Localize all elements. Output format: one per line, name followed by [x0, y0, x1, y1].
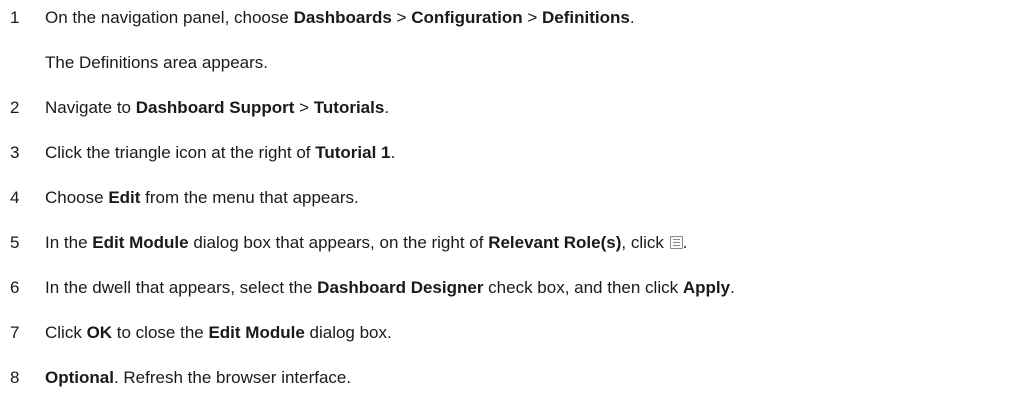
ui-term: Tutorials — [313, 98, 385, 117]
ui-term: Dashboard Designer — [317, 278, 484, 297]
step-number: 4 — [10, 188, 20, 207]
step-number: 6 — [10, 278, 20, 297]
step-number: 8 — [10, 368, 20, 387]
step-note-text: The Definitions area appears. — [45, 53, 269, 72]
step-text-run: from the menu that appears. — [140, 188, 359, 207]
step-text-run: Click the triangle icon at the right of — [45, 143, 316, 162]
step-text-run: dialog box that appears, on the right of — [188, 233, 489, 252]
step-text: In the dwell that appears, select the Da… — [45, 277, 735, 299]
step-text-run: Navigate to — [45, 98, 136, 117]
step-text: On the navigation panel, choose Dashboar… — [45, 7, 635, 29]
step-text: Choose Edit from the menu that appears. — [45, 187, 359, 209]
ui-term: Dashboards — [293, 8, 392, 27]
step-text-run: > — [391, 8, 412, 27]
step-text: In the Edit Module dialog box that appea… — [45, 232, 687, 254]
ui-term: Dashboard Support — [135, 98, 295, 117]
step-text-run: . Refresh the browser interface. — [113, 368, 352, 387]
step-number: 2 — [10, 98, 20, 117]
step-text-run: Choose — [45, 188, 109, 207]
ui-term: Tutorial 1 — [315, 143, 391, 162]
step-text-run: . — [629, 8, 635, 27]
ui-term: Edit Module — [92, 233, 189, 252]
step-text: Navigate to Dashboard Support > Tutorial… — [45, 97, 389, 119]
step-text-run: , click — [621, 233, 669, 252]
step-number: 1 — [10, 8, 20, 27]
ui-term: Edit Module — [208, 323, 305, 342]
ui-term: Optional — [45, 368, 114, 387]
ui-term: Apply — [682, 278, 731, 297]
step-text: Optional. Refresh the browser interface. — [45, 367, 351, 389]
step-text-run: In the dwell that appears, select the — [45, 278, 318, 297]
step-text-run: > — [294, 98, 314, 117]
step-text-run: . — [390, 143, 396, 162]
ui-term: OK — [86, 323, 113, 342]
step-text: Click OK to close the Edit Module dialog… — [45, 322, 392, 344]
step-text-run: to close the — [112, 323, 209, 342]
step-text-run: dialog box. — [304, 323, 392, 342]
ui-term: Definitions — [542, 8, 630, 27]
step-text-run: check box, and then click — [483, 278, 683, 297]
ui-term: Edit — [108, 188, 141, 207]
step-text-run: In the — [45, 233, 93, 252]
step-text-run: . — [682, 233, 688, 252]
step-text-run: Click — [45, 323, 87, 342]
step-text: Click the triangle icon at the right of … — [45, 142, 395, 164]
instruction-steps: 1 On the navigation panel, choose Dashboa… — [0, 0, 1018, 396]
step-text-run: On the navigation panel, choose — [45, 8, 294, 27]
ui-term: Configuration — [411, 8, 523, 27]
step-text-run: . — [384, 98, 390, 117]
step-number: 7 — [10, 323, 20, 342]
step-text-run: > — [522, 8, 542, 27]
step-number: 5 — [10, 233, 20, 252]
step-text-run: . — [730, 278, 735, 297]
ui-term: Relevant Role(s) — [488, 233, 622, 252]
step-number: 3 — [10, 143, 20, 162]
list-icon — [669, 236, 683, 249]
